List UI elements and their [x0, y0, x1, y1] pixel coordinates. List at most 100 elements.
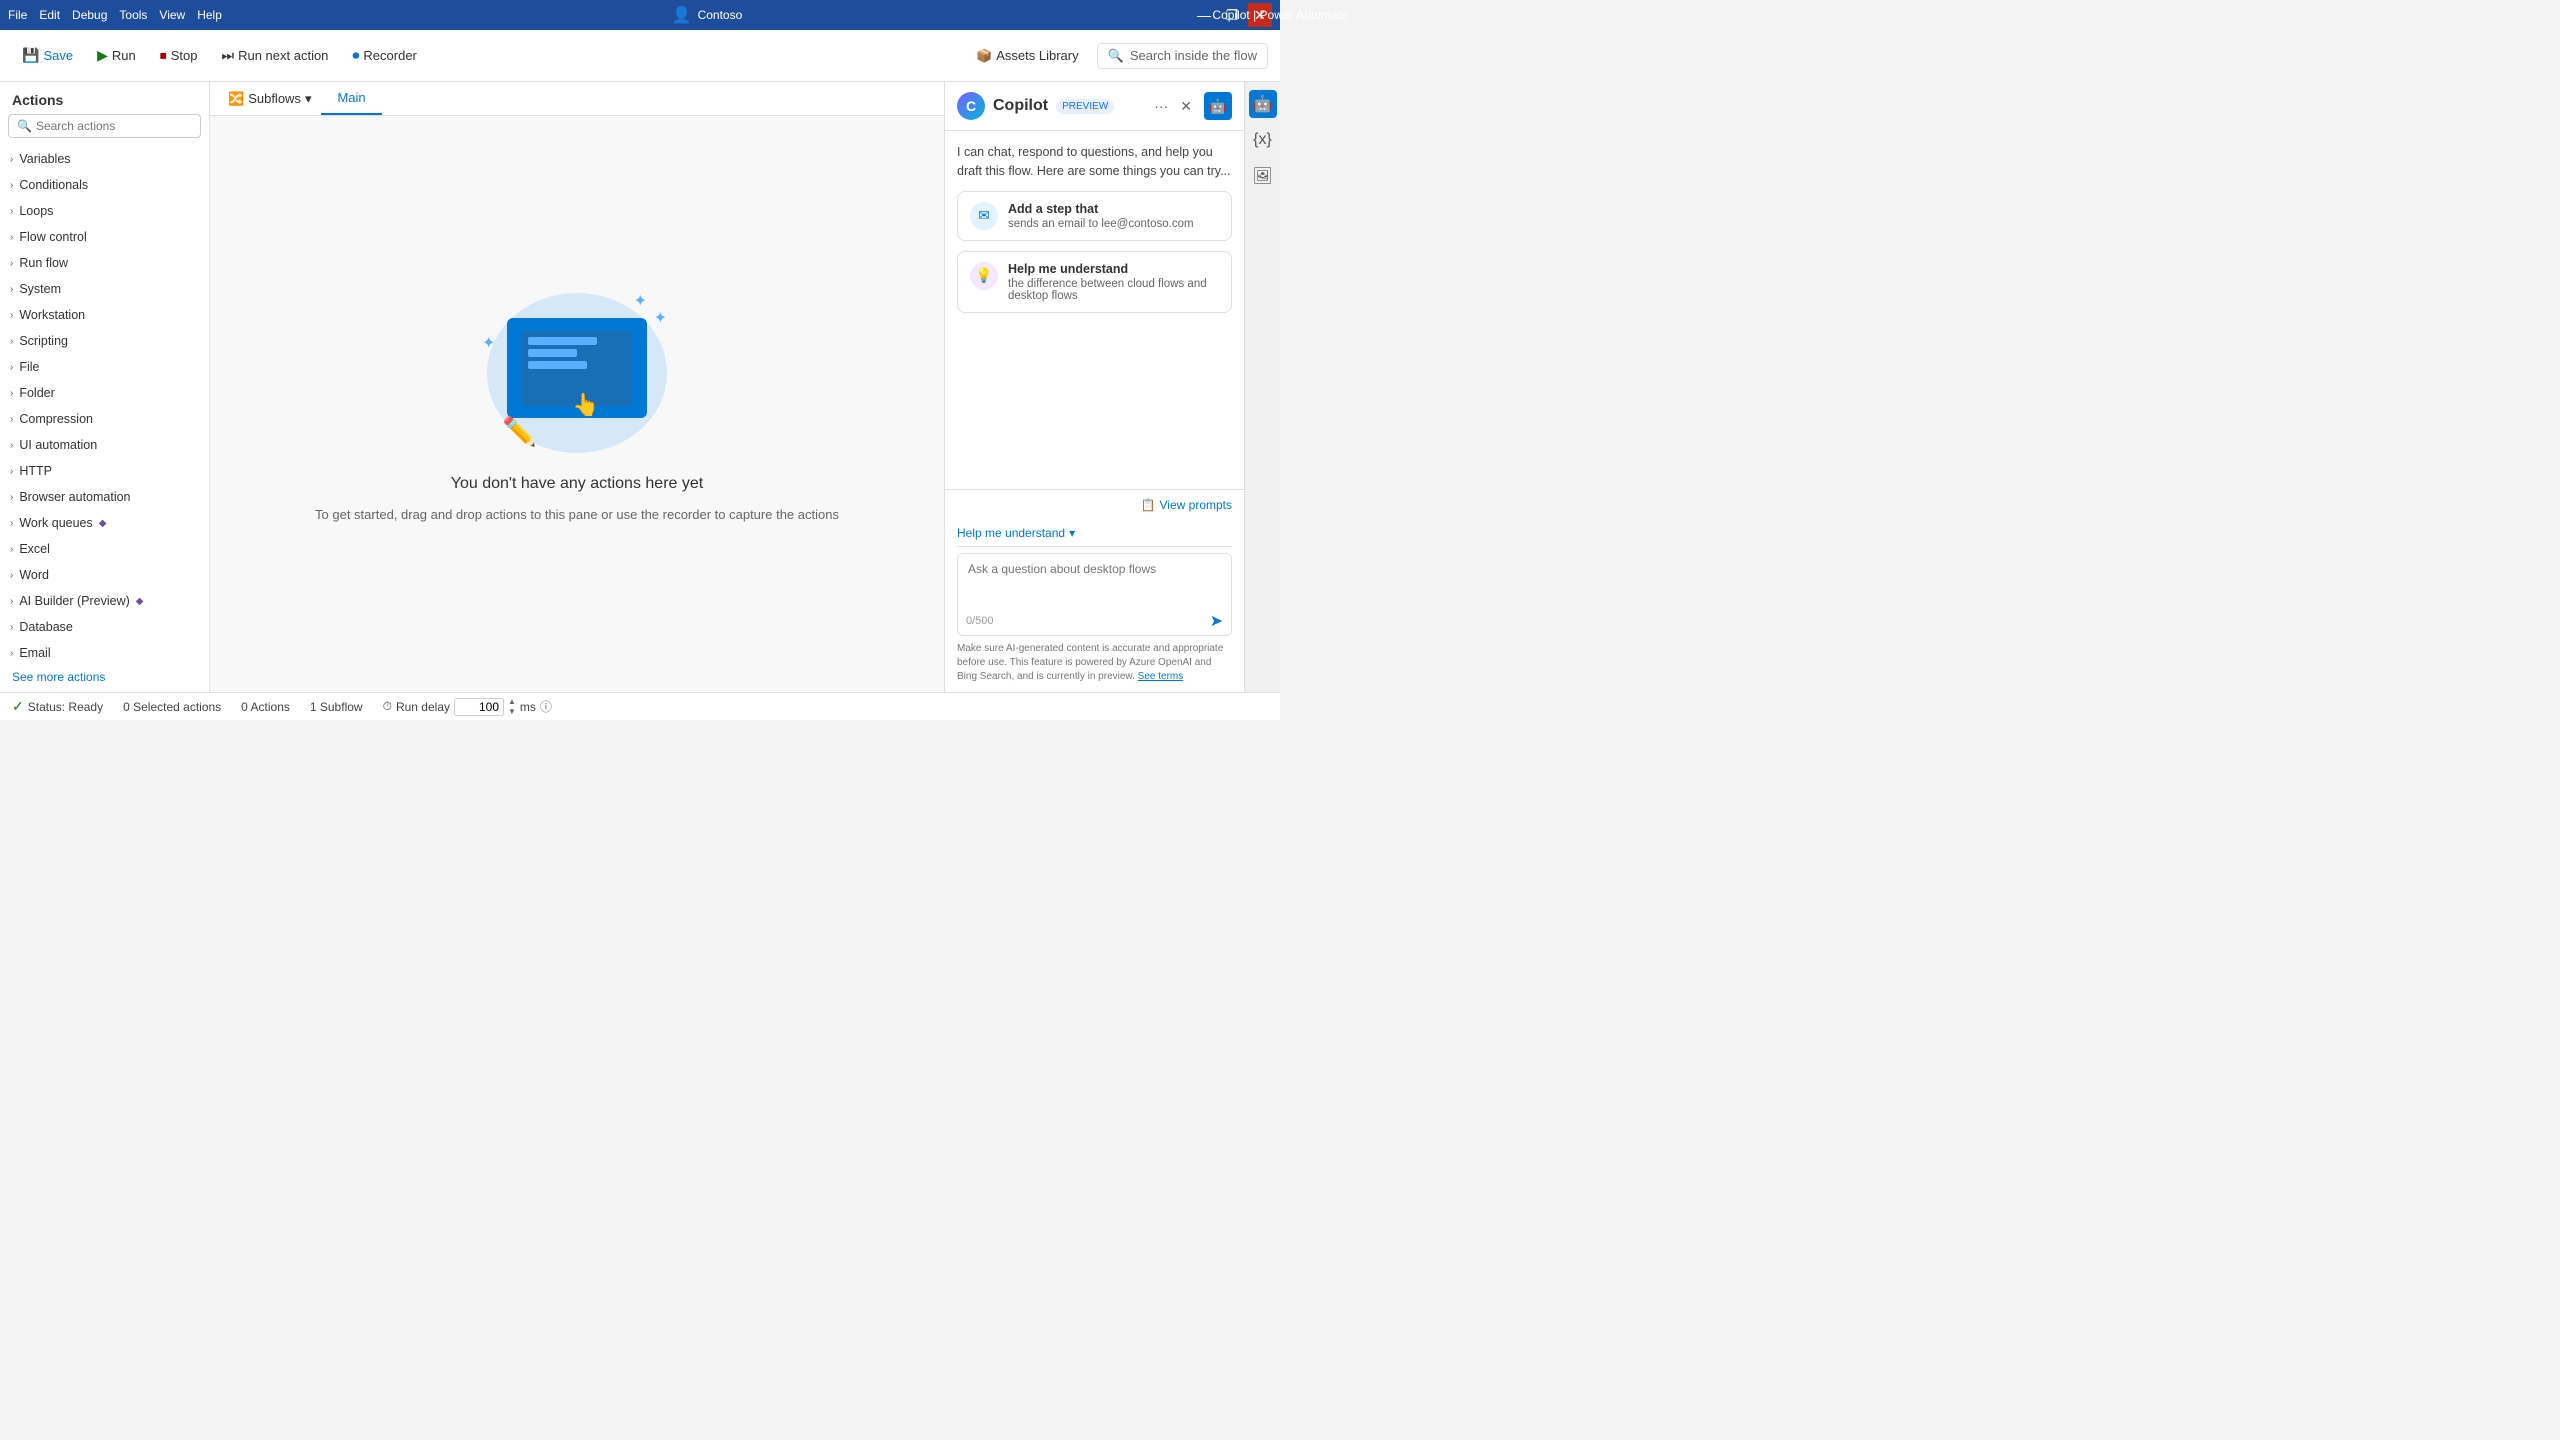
action-item[interactable]: › Workstation	[0, 302, 209, 328]
action-item[interactable]: › Excel	[0, 536, 209, 562]
copilot-active-button[interactable]: 🤖	[1204, 92, 1232, 120]
chevron-right-icon: ›	[10, 570, 13, 581]
view-prompts-button[interactable]: 📋 View prompts	[957, 498, 1232, 512]
status-label: Status: Ready	[28, 700, 103, 714]
stop-button[interactable]: ⏹ Stop	[150, 43, 208, 68]
variables-strip-icon[interactable]: {x}	[1249, 126, 1277, 154]
user-area: 👤 Contoso	[672, 5, 743, 25]
decrement-icon[interactable]: ▼	[508, 707, 516, 717]
chat-input[interactable]	[958, 554, 1231, 606]
recorder-button[interactable]: ⏺ Recorder	[342, 43, 426, 68]
copilot-footer: 📋 View prompts Help me understand ▾ 0/50…	[945, 489, 1244, 692]
action-item[interactable]: › Folder	[0, 380, 209, 406]
save-button[interactable]: 💾 Save	[12, 43, 83, 68]
actions-count: 0 Actions	[241, 700, 290, 714]
suggestion-card-help-understand[interactable]: 💡 Help me understand the difference betw…	[957, 251, 1232, 313]
canvas-content: ✦ ✦ ✦ 👆 ✏️ You don't have any actions he…	[210, 116, 944, 692]
copilot-header-actions[interactable]: ··· ✕	[1150, 96, 1196, 117]
action-item[interactable]: › Browser automation	[0, 484, 209, 510]
suggestion-help-understand-desc: the difference between cloud flows and d…	[1008, 278, 1219, 302]
more-options-icon[interactable]: ···	[1150, 96, 1172, 117]
laptop-bar-2	[528, 349, 577, 357]
increment-icon[interactable]: ▲	[508, 697, 516, 707]
subflows-button[interactable]: 🔀 Subflows ▾	[218, 83, 321, 115]
chevron-right-icon: ›	[10, 310, 13, 321]
cursor-icon: 👆	[572, 392, 599, 418]
actions-search[interactable]: 🔍	[8, 114, 201, 138]
empty-state-illustration: ✦ ✦ ✦ 👆 ✏️	[477, 283, 677, 463]
action-item[interactable]: › Variables	[0, 146, 209, 172]
run-next-button[interactable]: ⏭ Run next action	[211, 43, 338, 68]
sparkle-icon-1: ✦	[634, 291, 647, 311]
preview-badge: PREVIEW	[1056, 99, 1114, 114]
send-button[interactable]: ➤	[1210, 611, 1223, 631]
toolbar: 💾 Save ▶ Run ⏹ Stop ⏭ Run next action ⏺ …	[0, 30, 1280, 82]
empty-state-subtitle: To get started, drag and drop actions to…	[315, 505, 839, 525]
search-flow-button[interactable]: 🔍 Search inside the flow	[1097, 43, 1268, 69]
menu-edit[interactable]: Edit	[39, 8, 60, 22]
user-name: Contoso	[698, 8, 743, 22]
run-delay-group: ⏱ Run delay ▲ ▼ ms ⓘ	[383, 697, 552, 716]
status-ready: ✓ Status: Ready	[12, 698, 103, 715]
chat-input-container: 0/500 ➤	[957, 553, 1232, 636]
action-item[interactable]: › Word	[0, 562, 209, 588]
copilot-title: Copilot	[993, 97, 1048, 115]
action-item[interactable]: › Run flow	[0, 250, 209, 276]
copilot-strip-icon[interactable]: 🤖	[1249, 90, 1277, 118]
close-copilot-icon[interactable]: ✕	[1176, 96, 1196, 117]
run-next-icon: ⏭	[221, 47, 234, 64]
tabs-bar: 🔀 Subflows ▾ Main	[210, 82, 944, 116]
chevron-right-icon: ›	[10, 414, 13, 425]
add-step-icon: ✉	[970, 202, 998, 230]
search-input[interactable]	[36, 119, 192, 133]
action-item[interactable]: › UI automation	[0, 432, 209, 458]
action-item[interactable]: › Loops	[0, 198, 209, 224]
subflow-count: 1 Subflow	[310, 700, 363, 714]
run-button[interactable]: ▶ Run	[87, 43, 146, 68]
action-item[interactable]: › HTTP	[0, 458, 209, 484]
empty-state-title: You don't have any actions here yet	[451, 475, 703, 493]
assets-icon: 📦	[976, 48, 992, 64]
suggestion-card-add-step[interactable]: ✉ Add a step that sends an email to lee@…	[957, 191, 1232, 241]
chevron-right-icon: ›	[10, 440, 13, 451]
suggestion-add-step-text: Add a step that sends an email to lee@co…	[1008, 202, 1194, 230]
help-me-understand-bar[interactable]: Help me understand ▾	[957, 520, 1232, 547]
menu-bar[interactable]: File Edit Debug Tools View Help	[8, 8, 222, 22]
action-item[interactable]: › System	[0, 276, 209, 302]
action-item[interactable]: › Flow control	[0, 224, 209, 250]
assets-library-button[interactable]: 📦 Assets Library	[966, 44, 1089, 68]
action-item[interactable]: › Compression	[0, 406, 209, 432]
run-delay-stepper[interactable]: ▲ ▼	[508, 697, 516, 716]
run-delay-input[interactable]	[454, 698, 504, 716]
menu-view[interactable]: View	[159, 8, 185, 22]
title-bar: File Edit Debug Tools View Help Copilot …	[0, 0, 1280, 30]
menu-help[interactable]: Help	[197, 8, 222, 22]
tab-main[interactable]: Main	[321, 82, 381, 115]
suggestion-add-step-title: Add a step that	[1008, 202, 1194, 216]
disclaimer-text: Make sure AI-generated content is accura…	[957, 636, 1232, 684]
action-item[interactable]: › Database	[0, 614, 209, 640]
status-icon: ✓	[12, 698, 24, 715]
action-item[interactable]: › Work queues ◆	[0, 510, 209, 536]
actions-title: Actions	[0, 82, 209, 114]
menu-debug[interactable]: Debug	[72, 8, 107, 22]
chevron-right-icon: ›	[10, 258, 13, 269]
chevron-right-icon: ›	[10, 622, 13, 633]
action-item[interactable]: › AI Builder (Preview) ◆	[0, 588, 209, 614]
premium-icon: ◆	[136, 596, 144, 607]
action-item[interactable]: › Email	[0, 640, 209, 662]
subflows-chevron-icon: ▾	[305, 91, 312, 107]
action-item[interactable]: › File	[0, 354, 209, 380]
menu-file[interactable]: File	[8, 8, 27, 22]
copilot-header: C Copilot PREVIEW ··· ✕ 🤖	[945, 82, 1244, 131]
action-item[interactable]: › Conditionals	[0, 172, 209, 198]
clock-icon: ⏱	[383, 699, 392, 714]
menu-tools[interactable]: Tools	[119, 8, 147, 22]
settings-strip-icon[interactable]: 🖼	[1249, 162, 1277, 190]
see-terms-link[interactable]: See terms	[1138, 671, 1184, 682]
toolbar-right: 📦 Assets Library 🔍 Search inside the flo…	[966, 43, 1268, 69]
see-more-actions-link[interactable]: See more actions	[0, 662, 209, 692]
pencil-icon: ✏️	[502, 415, 537, 448]
info-icon[interactable]: ⓘ	[540, 698, 552, 715]
action-item[interactable]: › Scripting	[0, 328, 209, 354]
